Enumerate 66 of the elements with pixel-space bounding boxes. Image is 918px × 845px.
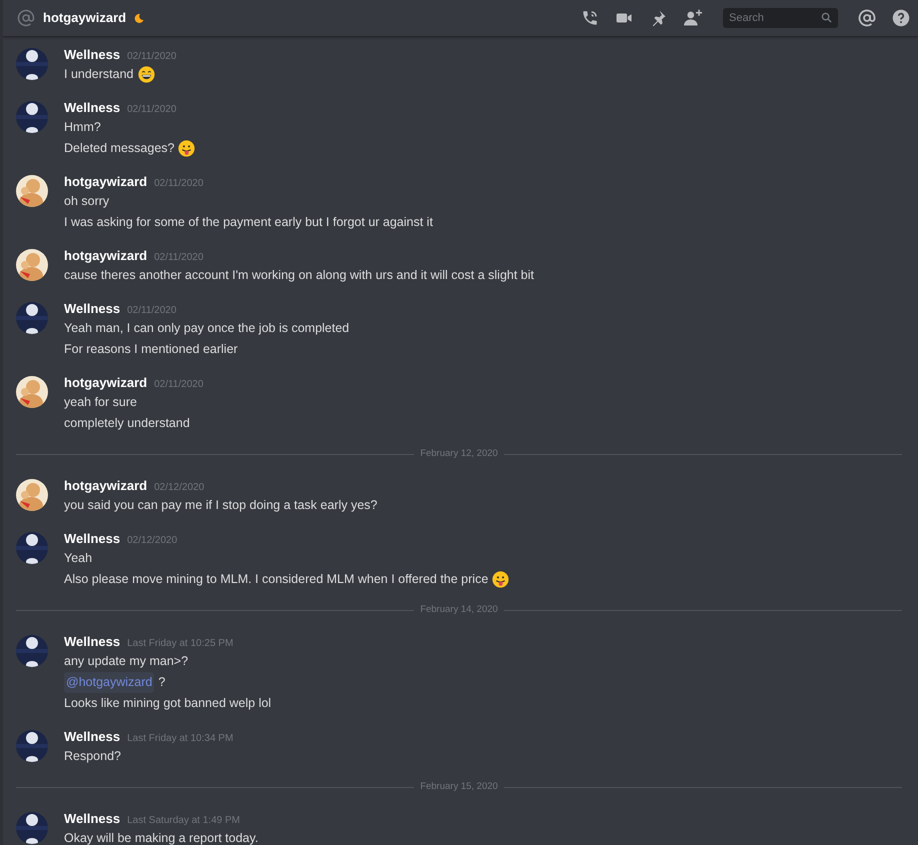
date-divider: February 14, 2020 [419, 602, 499, 617]
author-name[interactable]: Wellness [64, 728, 120, 746]
message-text: Also please move mining to MLM. I considered MLM when I offered the price [64, 571, 488, 588]
author-name[interactable]: Wellness [64, 300, 120, 318]
message-text: Yeah [64, 550, 92, 567]
message-text: Yeah man, I can only pay once the job is completed [64, 320, 350, 337]
message-text: I was asking for some of the payment early but I forgot ur against it [64, 214, 433, 231]
avatar[interactable] [16, 479, 48, 511]
timestamp: 02/12/2020 [154, 481, 204, 495]
message-text: I understand [64, 66, 134, 83]
help-icon[interactable] [892, 9, 910, 27]
grinning-face-icon [138, 66, 154, 83]
date-divider: February 15, 2020 [419, 780, 499, 794]
message-text: For reasons I mentioned earlier [64, 341, 238, 358]
avatar[interactable] [16, 812, 48, 844]
author-name[interactable]: Wellness [64, 530, 120, 548]
message-text: any update my man>? [64, 653, 188, 670]
message-text: yeah for sure [64, 394, 137, 411]
avatar[interactable] [16, 48, 48, 80]
tongue-face-icon [492, 571, 510, 588]
author-name[interactable]: hotgaywizard [64, 247, 148, 265]
message-text: you said you can pay me if I stop doing a task early yes? [64, 497, 378, 514]
timestamp: 02/11/2020 [154, 378, 204, 392]
message-text: Hmm? [64, 119, 101, 136]
search-field[interactable]: Search [723, 8, 838, 28]
timestamp: 02/11/2020 [127, 103, 176, 117]
message-text: oh sorry [64, 193, 110, 210]
author-name[interactable]: Wellness [64, 46, 120, 64]
avatar[interactable] [16, 376, 48, 408]
avatar[interactable] [16, 175, 48, 207]
timestamp: Last Saturday at 1:49 PM [127, 814, 240, 828]
author-name[interactable]: hotgaywizard [64, 173, 148, 191]
timestamp: 02/11/2020 [127, 304, 176, 318]
timestamp: Last Friday at 10:34 PM [127, 732, 234, 746]
message-text: cause theres another account I'm working on along with urs and it will cost a slight bit [64, 267, 534, 284]
message-text: completely understand [64, 415, 190, 432]
date-divider: February 12, 2020 [419, 446, 499, 461]
search-icon [821, 12, 832, 23]
mention-icon[interactable] [858, 9, 876, 27]
tongue-face-icon [178, 140, 196, 157]
avatar[interactable] [16, 532, 48, 564]
avatar[interactable] [16, 302, 48, 334]
message-text: Respond? [64, 748, 121, 765]
timestamp: Last Friday at 10:25 PM [127, 637, 234, 651]
author-name[interactable]: hotgaywizard [64, 374, 148, 392]
author-name[interactable]: Wellness [64, 99, 120, 117]
idle-status-icon [134, 13, 144, 23]
author-name[interactable]: Wellness [64, 810, 120, 828]
timestamp: 02/11/2020 [154, 251, 204, 265]
message-text: Looks like mining got banned welp lol [64, 695, 272, 712]
avatar[interactable] [16, 635, 48, 667]
channel-name: hotgaywizard [43, 9, 126, 28]
at-sign-icon [17, 9, 35, 27]
author-name[interactable]: hotgaywizard [64, 477, 148, 495]
avatar[interactable] [16, 101, 48, 133]
avatar[interactable] [16, 249, 48, 281]
timestamp: 02/11/2020 [154, 177, 204, 191]
message-text: Deleted messages? [64, 140, 174, 157]
message-text: Okay will be making a report today. [64, 830, 258, 845]
timestamp: 02/11/2020 [127, 50, 176, 64]
message-text: ? [158, 674, 166, 691]
call-icon[interactable] [581, 9, 599, 27]
author-name[interactable]: Wellness [64, 633, 120, 651]
add-user-icon[interactable] [683, 9, 703, 27]
avatar[interactable] [16, 730, 48, 762]
timestamp: 02/12/2020 [127, 534, 178, 548]
